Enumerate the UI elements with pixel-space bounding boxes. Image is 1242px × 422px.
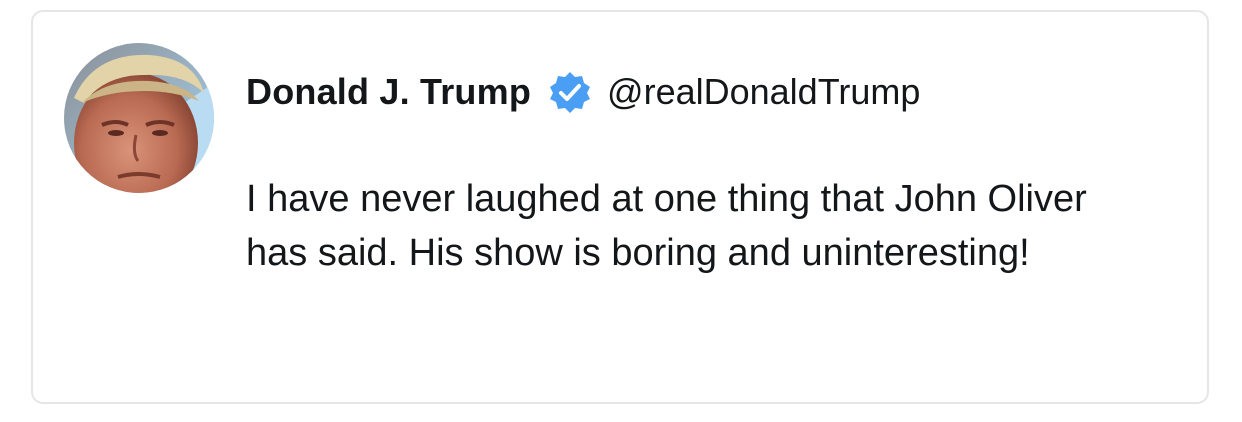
tweet-card: Donald J. Trump @realDonaldTrump I have … bbox=[31, 10, 1209, 404]
profile-photo bbox=[64, 43, 214, 193]
tweet-header: Donald J. Trump @realDonaldTrump bbox=[246, 64, 920, 120]
avatar[interactable] bbox=[64, 43, 214, 193]
author-handle[interactable]: @realDonaldTrump bbox=[607, 71, 920, 113]
author-name[interactable]: Donald J. Trump bbox=[246, 71, 531, 113]
tweet-text: I have never laughed at one thing that J… bbox=[246, 178, 1087, 274]
verified-badge-icon bbox=[547, 69, 593, 115]
